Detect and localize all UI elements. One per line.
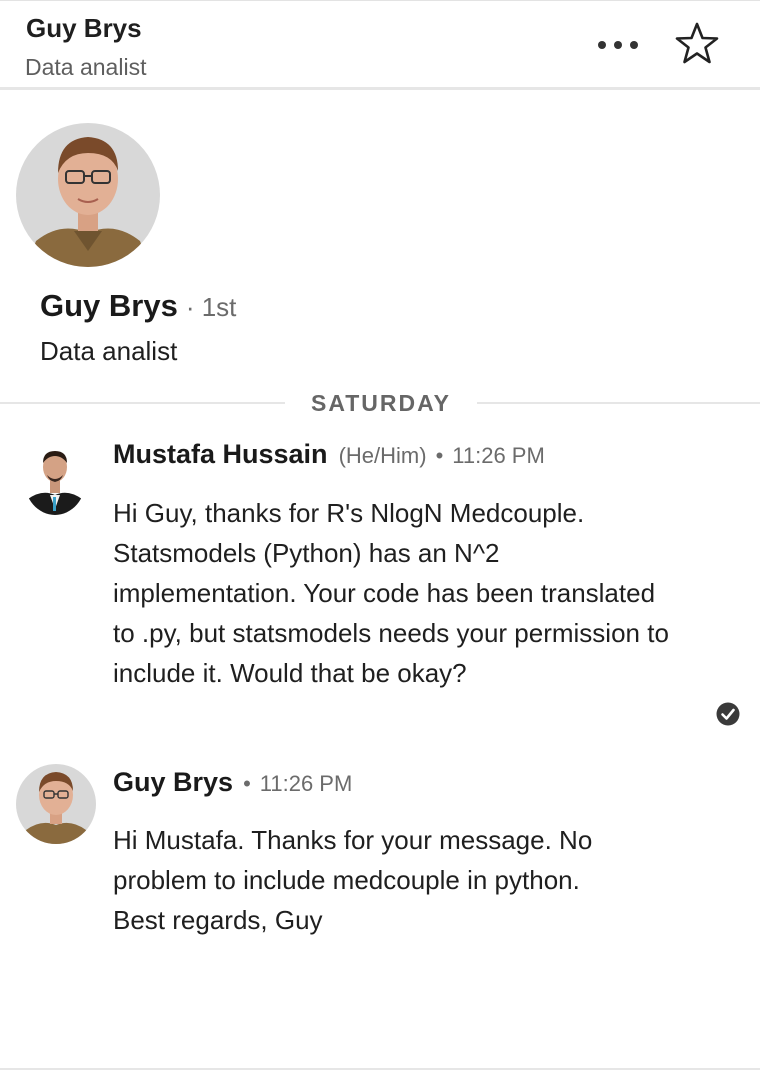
star-button[interactable] (672, 19, 722, 69)
more-horizontal-icon (598, 41, 606, 49)
read-receipt-check-icon (716, 702, 740, 726)
profile-name[interactable]: Guy Brys (40, 288, 178, 324)
message-header: Mustafa Hussain (He/Him) • 11:26 PM (113, 439, 545, 470)
more-dot (614, 41, 622, 49)
message-body: Hi Mustafa. Thanks for your message. No … (113, 825, 593, 935)
sender-avatar[interactable] (24, 443, 86, 515)
message-header: Guy Brys • 11:26 PM (113, 767, 352, 798)
message-body: Hi Guy, thanks for R's NlogN Medcouple. … (113, 498, 669, 688)
profile-name-row: Guy Brys · 1st (40, 288, 236, 324)
connection-degree: · 1st (185, 292, 237, 322)
conversation-header: Guy Brys Data analist (0, 1, 760, 90)
profile-avatar[interactable] (16, 123, 160, 267)
more-dot (630, 41, 638, 49)
header-separator: • (243, 771, 251, 796)
message-sender-name[interactable]: Guy Brys (113, 767, 233, 798)
header-separator: • (435, 443, 444, 468)
star-outline-icon (675, 22, 719, 64)
sender-avatar[interactable] (16, 764, 96, 844)
message-timestamp: 11:26 PM (452, 443, 545, 468)
header-contact-headline: Data analist (25, 54, 147, 80)
more-options-button[interactable] (592, 31, 644, 59)
message-sender-name[interactable]: Mustafa Hussain (113, 439, 328, 470)
date-divider-label: SATURDAY (311, 390, 451, 416)
header-contact-name[interactable]: Guy Brys (26, 13, 142, 44)
profile-headline: Data analist (40, 336, 178, 366)
sender-pronouns: (He/Him) (338, 443, 427, 468)
message-timestamp: 11:26 PM (259, 771, 353, 796)
date-divider-line (0, 402, 285, 404)
date-divider-line (477, 402, 760, 404)
